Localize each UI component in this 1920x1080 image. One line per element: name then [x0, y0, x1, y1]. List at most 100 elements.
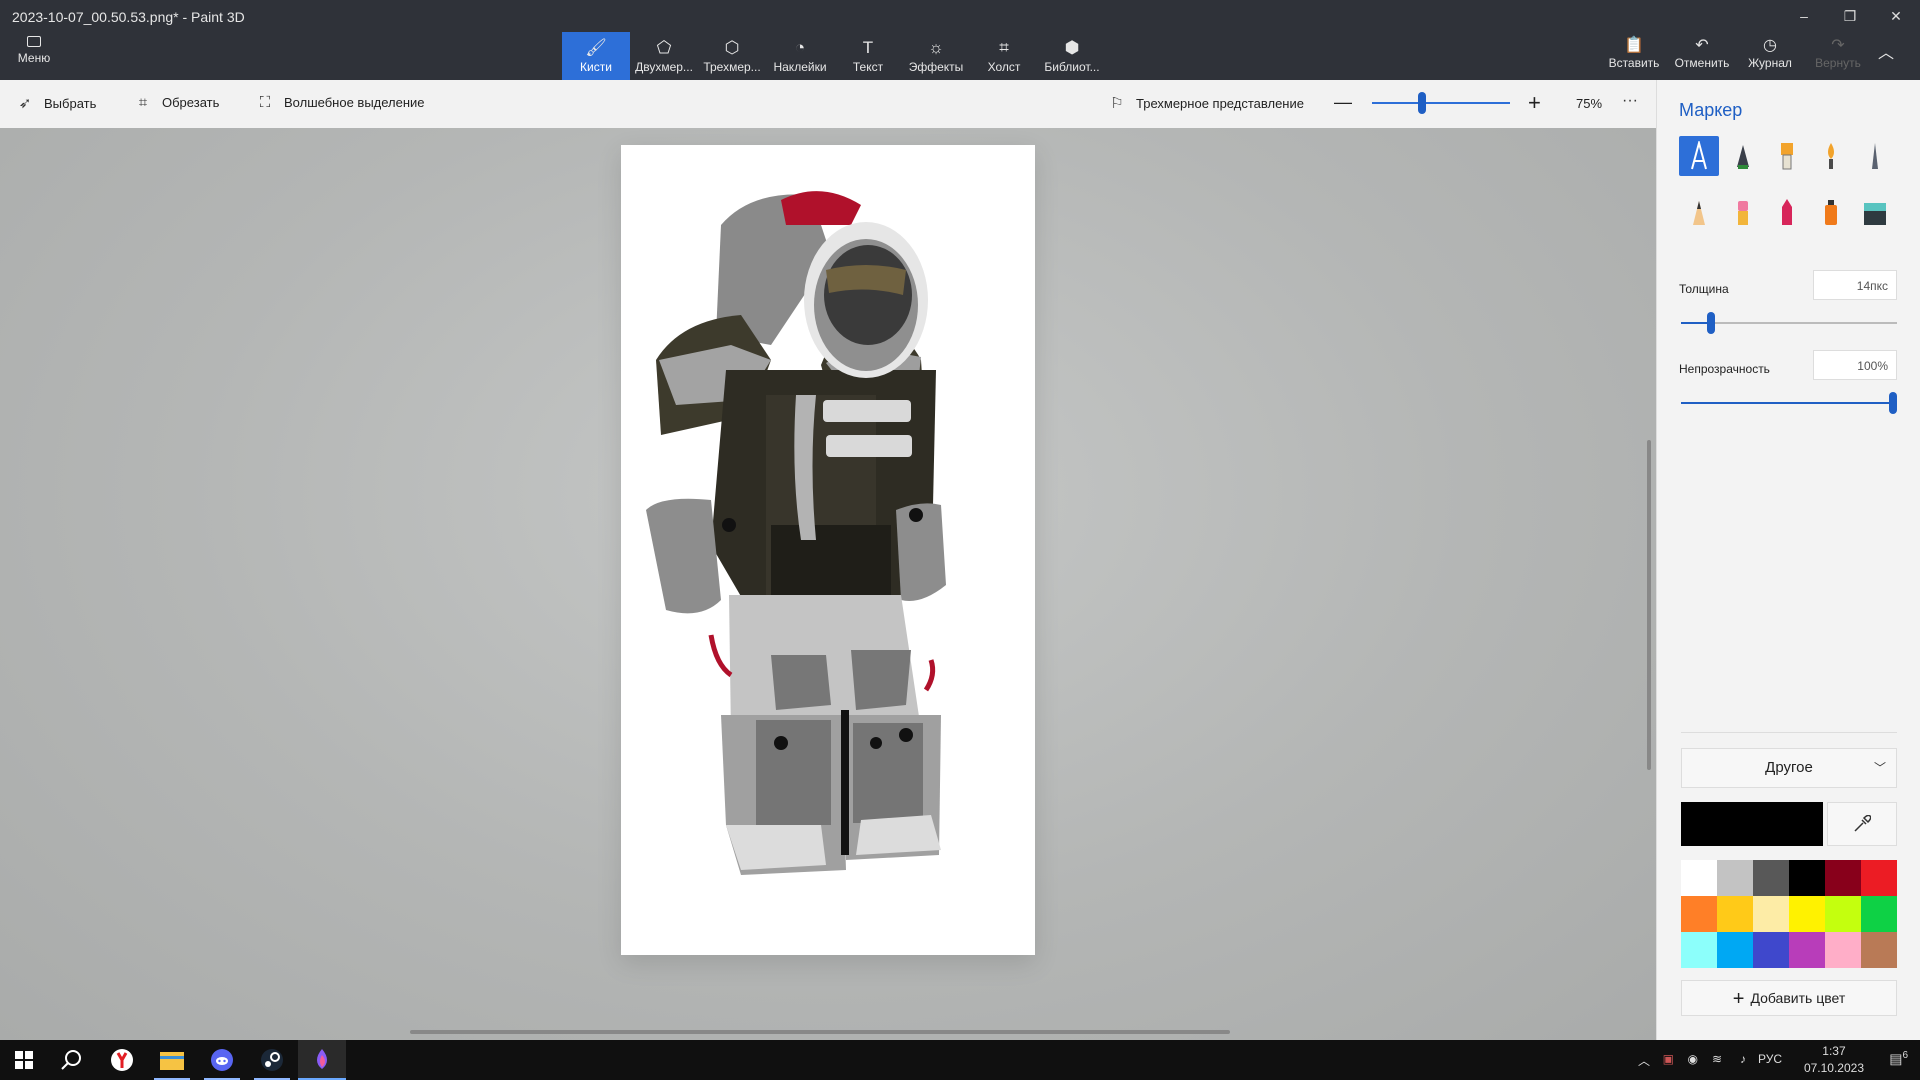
clipboard-icon: 📋: [1624, 37, 1644, 54]
thickness-slider-thumb[interactable]: [1707, 312, 1715, 334]
taskbar-yandex-browser[interactable]: [98, 1040, 146, 1080]
crop-button[interactable]: ⌗ Обрезать: [134, 94, 220, 111]
color-swatch-lime[interactable]: [1825, 896, 1861, 932]
wifi-icon[interactable]: ≋: [1712, 1052, 1722, 1066]
paste-button[interactable]: 📋 Вставить: [1604, 36, 1664, 70]
notification-center-icon[interactable]: ▤6: [1889, 1050, 1908, 1068]
collapse-ribbon-button[interactable]: ︿: [1866, 44, 1906, 64]
taskbar-discord[interactable]: [198, 1040, 246, 1080]
color-swatch-indigo[interactable]: [1753, 932, 1789, 968]
shapes-2d-icon: ⬠: [656, 38, 672, 57]
zoom-out-button[interactable]: —: [1334, 92, 1352, 113]
magic-select-button[interactable]: ⛶ Волшебное выделение: [256, 94, 425, 111]
vertical-scrollbar[interactable]: [1647, 440, 1651, 770]
close-button[interactable]: ✕: [1876, 4, 1916, 28]
chevron-up-icon: ︿: [1877, 45, 1894, 62]
pencil-icon: [1693, 201, 1705, 225]
notification-count: 6: [1902, 1050, 1908, 1061]
tab-effects[interactable]: ☼ Эффекты: [902, 32, 970, 80]
undo-button[interactable]: ↶ Отменить: [1672, 36, 1732, 70]
eraser-button[interactable]: [1723, 192, 1763, 232]
color-swatch-aqua[interactable]: [1681, 932, 1717, 968]
color-swatch-dark-gray[interactable]: [1753, 860, 1789, 896]
tab-2d-shapes[interactable]: ⬠ Двухмер...: [630, 32, 698, 80]
spray-can-button[interactable]: [1811, 192, 1851, 232]
discord-icon: [211, 1049, 233, 1071]
oil-brush-button[interactable]: [1767, 136, 1807, 176]
color-swatch-green[interactable]: [1861, 896, 1897, 932]
watercolor-button[interactable]: [1811, 136, 1851, 176]
opacity-label: Непрозрачность: [1679, 362, 1770, 376]
color-swatch-dark-red[interactable]: [1825, 860, 1861, 896]
select-button[interactable]: ➶ Выбрать: [16, 94, 97, 112]
redo-button[interactable]: ↷ Вернуть: [1808, 36, 1868, 70]
redo-icon: ↷: [1831, 37, 1845, 54]
restore-button[interactable]: ❐: [1830, 4, 1870, 28]
opacity-slider-track[interactable]: [1681, 402, 1897, 404]
plus-icon: +: [1732, 988, 1745, 1010]
color-swatch-brown[interactable]: [1861, 932, 1897, 968]
fill-bucket-icon: [1864, 203, 1886, 225]
chevron-up-icon[interactable]: ︿: [1638, 1052, 1650, 1069]
color-swatch-light-gray[interactable]: [1717, 860, 1753, 896]
tab-text[interactable]: T Текст: [834, 32, 902, 80]
volume-icon[interactable]: ♪: [1740, 1052, 1746, 1066]
more-options-button[interactable]: ···: [1622, 92, 1638, 110]
color-swatch-gold[interactable]: [1717, 896, 1753, 932]
zoom-in-button[interactable]: +: [1528, 90, 1541, 116]
history-button[interactable]: ◷ Журнал: [1740, 36, 1800, 70]
pixel-pen-icon: [1872, 143, 1878, 169]
zoom-slider-track[interactable]: [1372, 102, 1510, 104]
taskbar-file-explorer[interactable]: [148, 1040, 196, 1080]
tab-library[interactable]: ⬢ Библиот...: [1038, 32, 1106, 80]
sticker-icon: ◔: [794, 38, 806, 57]
pencil-button[interactable]: [1679, 192, 1719, 232]
taskbar-search-button[interactable]: [48, 1040, 96, 1080]
tab-3d-shapes[interactable]: ⬡ Трехмер...: [698, 32, 766, 80]
taskbar-paint3d[interactable]: [298, 1040, 346, 1080]
tab-stickers[interactable]: ◔ Наклейки: [766, 32, 834, 80]
opacity-slider-thumb[interactable]: [1889, 392, 1897, 414]
app-tray-icon[interactable]: ▣: [1663, 1052, 1674, 1066]
other-colors-dropdown[interactable]: Другое ﹀: [1681, 748, 1897, 788]
calligraphy-pen-button[interactable]: [1723, 136, 1763, 176]
discord-tray-icon[interactable]: ◉: [1688, 1052, 1698, 1066]
tab-label: Эффекты: [908, 60, 964, 74]
color-swatch-white[interactable]: [1681, 860, 1717, 896]
color-swatch-black[interactable]: [1789, 860, 1825, 896]
color-swatch-cream[interactable]: [1753, 896, 1789, 932]
color-swatch-purple[interactable]: [1789, 932, 1825, 968]
eyedropper-button[interactable]: [1827, 802, 1897, 846]
canvas-icon: ⌗: [999, 38, 1009, 57]
ribbon-tabs: 🖌 Кисти ⬠ Двухмер... ⬡ Трехмер... ◔ Накл…: [562, 32, 1106, 80]
cursor-icon: ➶: [18, 95, 32, 112]
taskbar-clock[interactable]: 1:37 07.10.2023: [1804, 1043, 1864, 1077]
color-swatch-orange[interactable]: [1681, 896, 1717, 932]
start-button[interactable]: [0, 1040, 48, 1080]
color-swatch-red[interactable]: [1861, 860, 1897, 896]
tab-canvas[interactable]: ⌗ Холст: [970, 32, 1038, 80]
marker-brush-button[interactable]: [1679, 136, 1719, 176]
color-swatch-sky-blue[interactable]: [1717, 932, 1753, 968]
tab-brushes[interactable]: 🖌 Кисти: [562, 32, 630, 80]
thickness-input[interactable]: 14пкс: [1813, 270, 1897, 300]
input-language[interactable]: РУС: [1758, 1052, 1782, 1066]
crayon-button[interactable]: [1767, 192, 1807, 232]
color-swatch-pink[interactable]: [1825, 932, 1861, 968]
paint3d-icon: [317, 1049, 327, 1069]
minimize-button[interactable]: –: [1784, 4, 1824, 28]
color-swatch-yellow[interactable]: [1789, 896, 1825, 932]
opacity-input[interactable]: 100%: [1813, 350, 1897, 380]
drawing-canvas[interactable]: [621, 145, 1035, 955]
panel-title: Маркер: [1679, 100, 1743, 120]
horizontal-scrollbar[interactable]: [410, 1030, 1230, 1034]
pixel-pen-button[interactable]: [1855, 136, 1895, 176]
menu-button[interactable]: Меню: [6, 36, 62, 76]
view-3d-button[interactable]: ⚐ Трехмерное представление: [1108, 94, 1304, 112]
fill-bucket-button[interactable]: [1855, 192, 1895, 232]
watercolor-icon: [1828, 143, 1834, 169]
zoom-slider-thumb[interactable]: [1418, 92, 1426, 114]
current-color-swatch[interactable]: [1681, 802, 1823, 846]
taskbar-steam[interactable]: [248, 1040, 296, 1080]
add-color-button[interactable]: + Добавить цвет: [1681, 980, 1897, 1016]
